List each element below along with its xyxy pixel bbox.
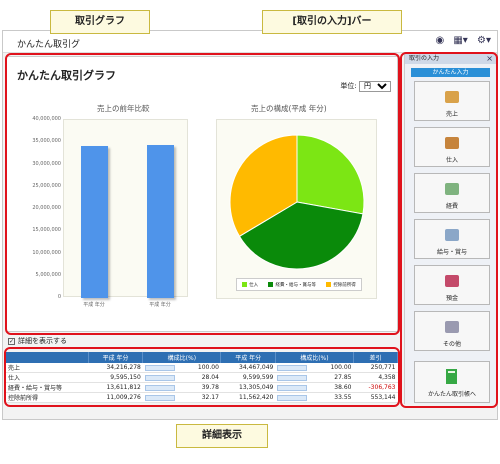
grid-icon[interactable]: ▦▾ — [453, 35, 467, 46]
detail-frame — [4, 347, 400, 407]
app-title: かんたん取引グ — [17, 40, 81, 50]
top-bar: かんたん取引グ ◉ ▦▾ ⚙▾ — [3, 31, 497, 53]
tools-icon[interactable]: ⚙▾ — [477, 35, 491, 46]
show-detail-toggle[interactable]: ✓ 詳細を表示する — [8, 336, 67, 346]
detail-label: 詳細を表示する — [18, 337, 67, 345]
sidebar-frame — [400, 52, 498, 408]
graph-callout: 取引グラフ — [50, 10, 150, 34]
inputbar-callout: [取引の入力]バー — [262, 10, 402, 34]
home-icon[interactable]: ◉ — [435, 35, 444, 46]
detail-callout: 詳細表示 — [176, 424, 268, 448]
graph-frame — [5, 53, 400, 335]
detail-checkbox[interactable]: ✓ — [8, 337, 15, 345]
